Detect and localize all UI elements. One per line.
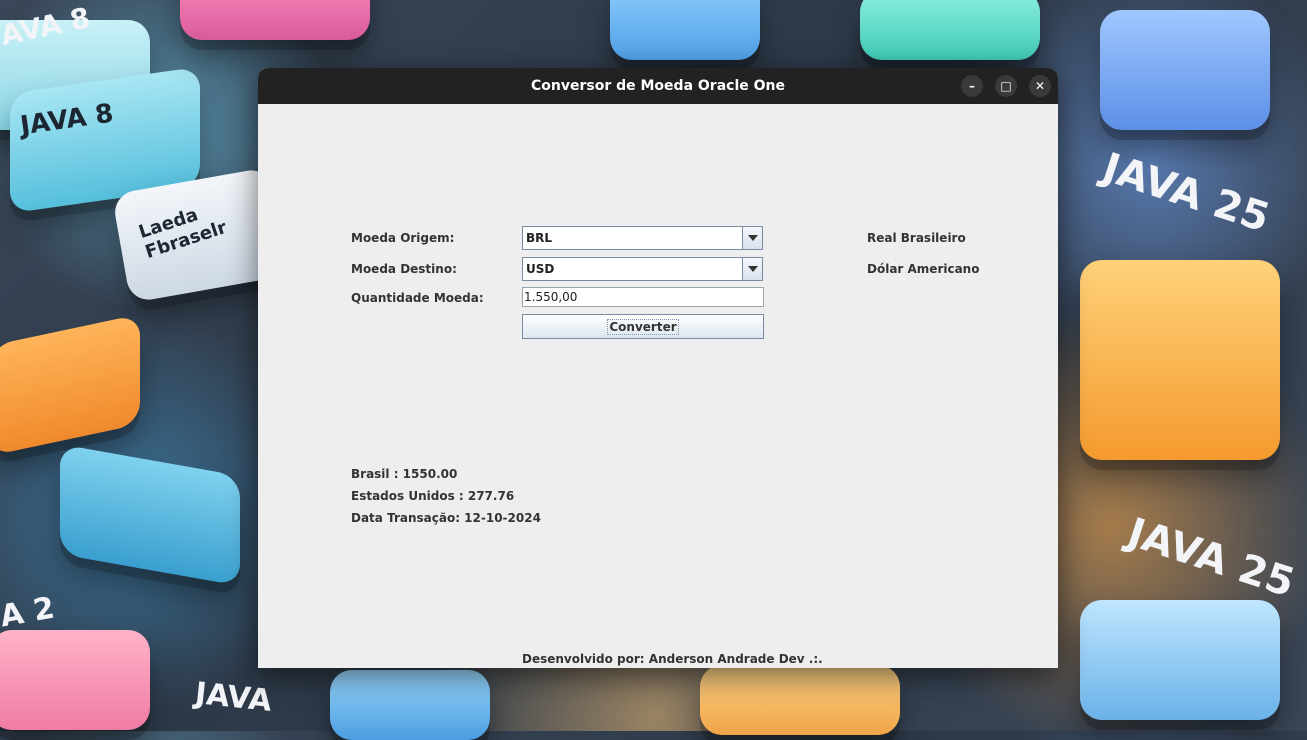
origin-dropdown-button[interactable] [742,227,762,249]
chevron-down-icon [747,266,758,272]
minimize-icon: – [969,79,975,93]
minimize-button[interactable]: – [961,75,983,97]
wallpaper-text: JAVA 25 [1097,144,1275,242]
destination-currency-label: Moeda Destino: [351,262,457,276]
window-title: Conversor de Moeda Oracle One [531,78,785,94]
wallpaper-tile [610,0,760,60]
destination-currency-value: USD [526,262,555,276]
wallpaper-tile [180,0,370,40]
origin-currency-select[interactable]: BRL [522,226,763,250]
wallpaper-tile [0,314,140,456]
wallpaper-tile [60,444,240,586]
close-icon: ✕ [1034,79,1046,93]
app-window: Conversor de Moeda Oracle One – □ ✕ Moed… [258,68,1058,668]
wallpaper-tile [1080,260,1280,460]
developer-credit: Desenvolvido por: Anderson Andrade Dev .… [522,652,823,666]
wallpaper-text: JAVA 25 [1122,509,1300,607]
wallpaper-tile [1100,10,1270,130]
wallpaper-tile [1080,600,1280,720]
wallpaper-tile [700,665,900,735]
origin-currency-description: Real Brasileiro [867,231,966,245]
maximize-button[interactable]: □ [995,75,1017,97]
result-transaction-date: Data Transação: 12-10-2024 [351,511,541,525]
destination-dropdown-button[interactable] [742,258,762,280]
window-content: Moeda Origem: BRL Real Brasileiro Moeda … [258,104,1058,668]
result-destination-amount: Estados Unidos : 277.76 [351,489,515,503]
amount-label: Quantidade Moeda: [351,291,484,305]
wallpaper-text: A 2 [0,590,58,635]
wallpaper-text: JAVA [193,676,274,719]
destination-currency-description: Dólar Americano [867,262,980,276]
maximize-icon: □ [1000,79,1012,93]
wallpaper-tile [860,0,1040,60]
amount-input[interactable] [522,287,764,307]
origin-currency-value: BRL [526,231,553,245]
convert-button[interactable]: Converter [522,314,764,339]
window-titlebar[interactable]: Conversor de Moeda Oracle One – □ ✕ [258,68,1058,104]
close-button[interactable]: ✕ [1029,75,1051,97]
result-origin-amount: Brasil : 1550.00 [351,467,458,481]
wallpaper-tile [330,670,490,740]
convert-button-label: Converter [607,318,679,335]
chevron-down-icon [747,235,758,241]
wallpaper-tile [0,630,150,730]
origin-currency-label: Moeda Origem: [351,231,455,245]
destination-currency-select[interactable]: USD [522,257,763,281]
